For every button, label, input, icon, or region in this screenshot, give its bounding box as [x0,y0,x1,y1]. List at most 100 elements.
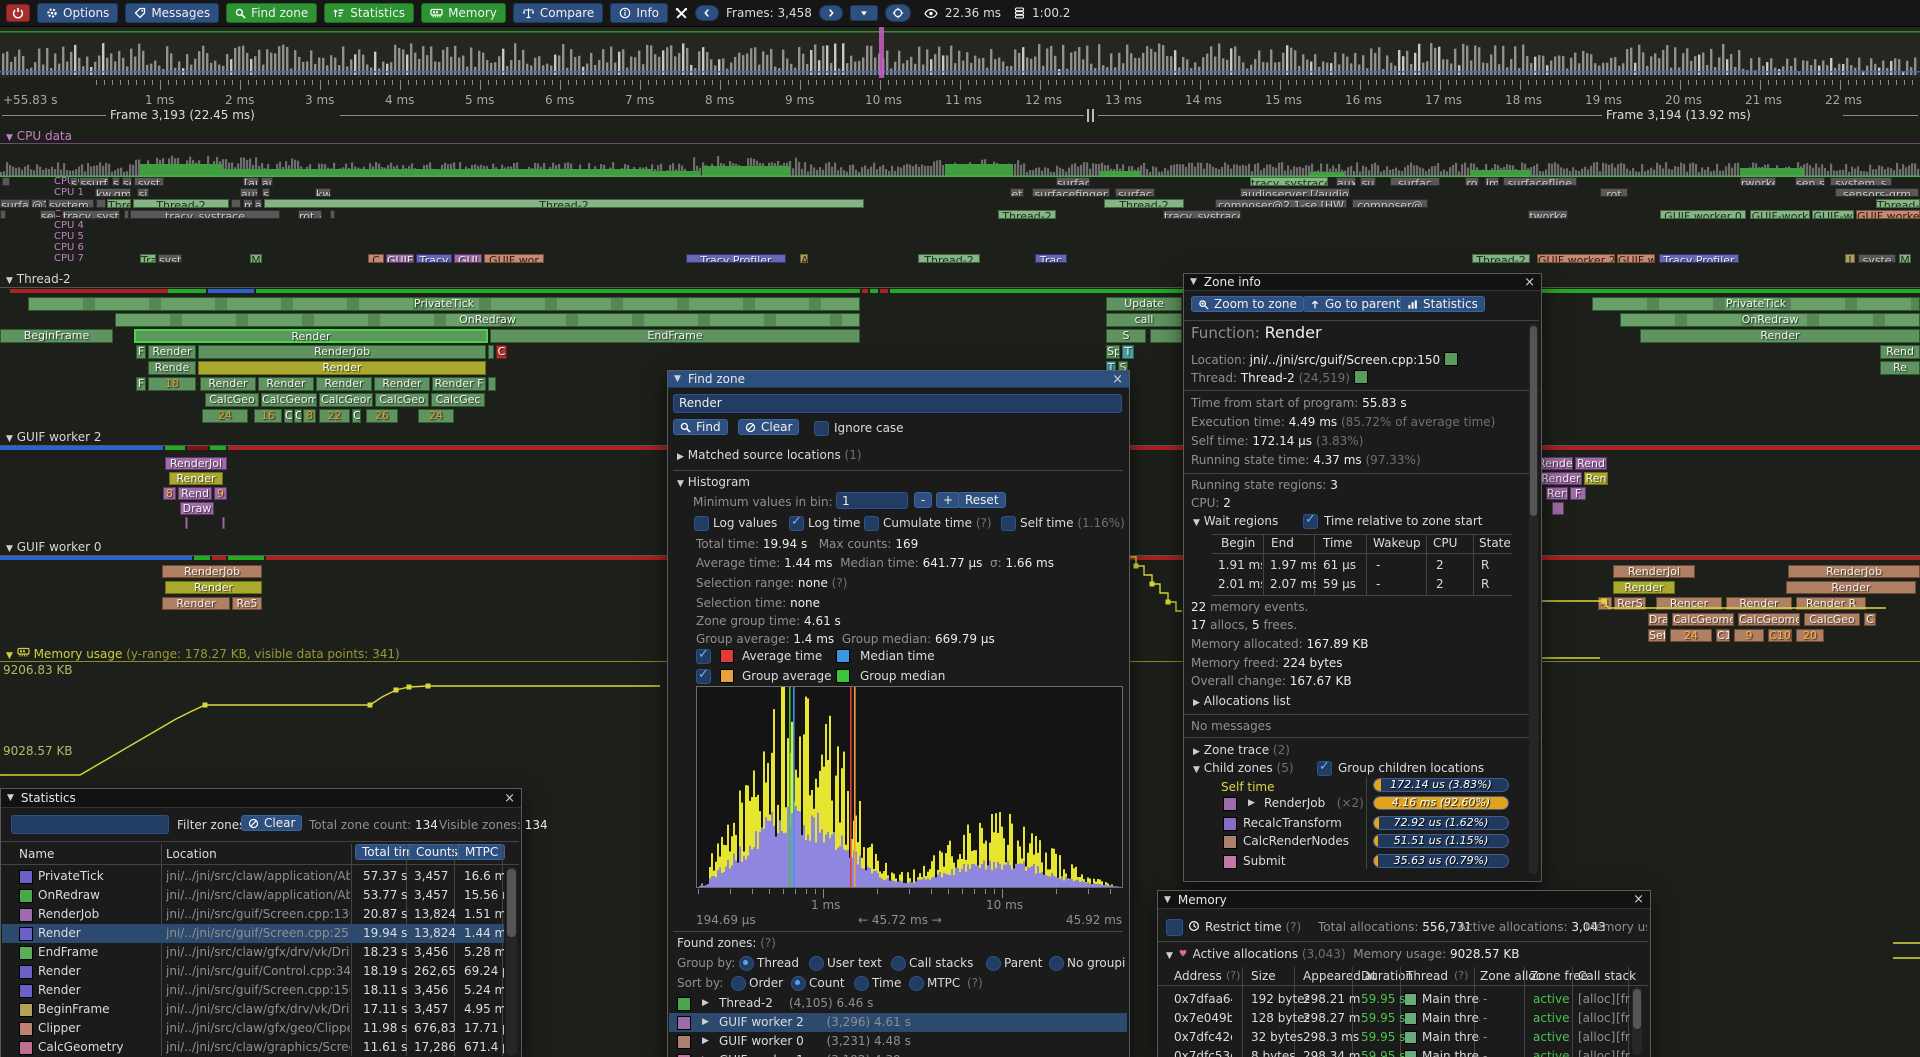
close-icon[interactable]: × [504,791,515,806]
child-zone-time-bar[interactable]: 172.14 us (3.83%) [1373,778,1509,792]
expand-icon[interactable]: ▶ [1193,747,1200,757]
stats-table-row[interactable]: Renderjni/../jni/src/guif/Screen.cpp:150… [2,981,504,1000]
expand-icon[interactable]: ▶ [1193,698,1200,708]
close-icon[interactable]: × [1633,892,1644,907]
stats-table-row[interactable]: PrivateTickjni/../jni/src/claw/applicati… [2,867,504,886]
zone-info-scrollbar[interactable] [1529,324,1538,874]
allocation-row[interactable]: 0x7dfc42d64032 bytes298.3 ms59.95 sMain … [1158,1028,1630,1047]
group-by-option[interactable]: Thread [757,956,799,970]
stats-table-row[interactable]: Clipperjni/../jni/src/claw/gfx/geo/Clipp… [2,1019,504,1038]
sort-by-radio[interactable] [854,976,869,991]
collapse-icon[interactable]: ▼ [677,479,684,489]
statistics-titlebar[interactable]: ▼ Statistics × [1,789,521,808]
collapse-icon[interactable]: ▼ [674,374,681,384]
ignore-case-checkbox[interactable] [814,421,829,436]
close-icon[interactable]: × [1112,372,1123,387]
child-zone-name[interactable]: RenderJob [1264,796,1325,810]
zi-statistics-button[interactable]: Statistics [1400,296,1485,312]
collapse-icon[interactable]: ▼ [1164,895,1171,905]
collapse-icon[interactable]: ▼ [7,793,14,803]
collapse-icon[interactable]: ▼ [1166,951,1173,961]
child-zone-time-bar[interactable]: 72.92 us (1.62%) [1373,816,1509,830]
zone-info-titlebar[interactable]: ▼ Zone info × [1184,274,1541,291]
self-time-checkbox[interactable] [1001,516,1016,531]
group-by-radio[interactable] [1049,956,1064,971]
find-zone-histogram[interactable] [696,686,1123,888]
stats-table-row[interactable]: CalcGeometryjni/../jni/src/claw/graphics… [2,1038,504,1057]
group-by-radio[interactable] [809,956,824,971]
go-to-parent-button[interactable]: Go to parent [1303,296,1408,312]
stats-clear-button[interactable]: Clear [241,815,302,831]
find-zone-search-input[interactable]: Render [673,394,1122,413]
min-bin-minus-button[interactable]: - [914,492,932,508]
found-zone-row[interactable]: ▶Thread-2(4,105) 6.46 s [669,994,1127,1013]
group-by-option[interactable]: Call stacks [909,956,973,970]
group-by-radio[interactable] [739,956,754,971]
sort-by-option[interactable]: Count [809,976,845,990]
sort-by-radio[interactable] [731,976,746,991]
allocation-row[interactable]: 0x7e049b3d00128 bytes298.27 ms59.95 sMai… [1158,1009,1630,1028]
collapse-icon[interactable]: ▼ [1193,518,1200,528]
sort-by-radio[interactable] [909,976,924,991]
memory-table-header[interactable]: Size [1251,969,1276,983]
sort-by-option[interactable]: MTPC [927,976,960,990]
child-zone-time-bar[interactable]: 35.63 us (0.79%) [1373,854,1509,868]
stats-col-counts-button[interactable]: Counts [409,844,465,860]
allocation-row[interactable]: 0x7dfaa64e00192 bytes298.21 ms59.95 sMai… [1158,990,1630,1009]
min-bin-input[interactable]: 1 [836,492,908,509]
stats-filter-input[interactable] [11,815,169,834]
found-zone-row[interactable]: ▶GUIF worker 1(3,192) 4.39 s [669,1051,1127,1057]
zoom-to-zone-button[interactable]: Zoom to zone [1191,296,1304,312]
group-by-radio[interactable] [891,956,906,971]
log-values-checkbox[interactable] [694,516,709,531]
group-by-option[interactable]: User text [827,956,882,970]
allocation-row[interactable]: 0x7dfc53d8988 bytes298.34 ms59.95 sMain … [1158,1047,1630,1057]
restrict-time-checkbox[interactable] [1166,919,1183,936]
sort-by-radio[interactable] [791,976,806,991]
sort-by-option[interactable]: Time [872,976,901,990]
found-zone-row[interactable]: ▶GUIF worker 0(3,231) 4.48 s [669,1032,1127,1051]
stats-col-mtpc-button[interactable]: MTPC [458,844,505,860]
stats-table-row[interactable]: RenderJobjni/../jni/src/guif/Screen.cpp:… [2,905,504,924]
stats-scrollbar[interactable] [506,867,517,1055]
memory-table-header[interactable]: Thread [1406,969,1448,983]
wait-table-header[interactable]: Begin [1221,536,1255,550]
group-by-option[interactable]: Parent [1004,956,1042,970]
stats-table-row[interactable]: EndFramejni/../jni/src/claw/gfx/drv/vk/D… [2,943,504,962]
wait-table-header[interactable]: CPU [1433,536,1457,550]
legend-checkbox[interactable] [696,669,711,684]
expand-icon[interactable]: ▶ [677,452,684,462]
group-by-option[interactable]: No groupi [1067,956,1125,970]
stats-table-row[interactable]: BeginFramejni/../jni/src/claw/gfx/drv/vk… [2,1000,504,1019]
min-bin-plus-button[interactable]: + [936,492,960,508]
child-zone-time-bar[interactable]: 4.16 ms (92.60%) [1373,796,1509,810]
close-icon[interactable]: × [1524,275,1535,290]
find-zone-titlebar[interactable]: ▼ Find zone × [668,371,1129,388]
wait-table-header[interactable]: Wakeup [1373,536,1421,550]
found-zone-row[interactable]: ▶GUIF worker 2(3,296) 4.61 s [669,1013,1127,1032]
stats-table-row[interactable]: OnRedrawjni/../jni/src/claw/application/… [2,886,504,905]
stats-table-row[interactable]: Renderjni/../jni/src/guif/Control.cpp:34… [2,962,504,981]
group-children-checkbox[interactable] [1317,761,1332,776]
child-zone-name[interactable]: Submit [1243,854,1286,868]
stats-col-name[interactable]: Name [19,847,54,861]
wait-table-header[interactable]: End [1271,536,1294,550]
stats-table-row[interactable]: Renderjni/../jni/src/guif/Screen.cpp:257… [2,924,504,943]
stats-col-location[interactable]: Location [166,847,217,861]
wait-table-header[interactable]: Time [1323,536,1352,550]
wait-table-header[interactable]: State [1479,536,1511,550]
legend-checkbox[interactable] [696,649,711,664]
cumulate-time-checkbox[interactable] [864,516,879,531]
time-relative-checkbox[interactable] [1303,514,1318,529]
child-zone-time-bar[interactable]: 51.51 us (1.15%) [1373,834,1509,848]
collapse-icon[interactable]: ▼ [1190,277,1197,287]
group-by-radio[interactable] [986,956,1001,971]
log-time-checkbox[interactable] [789,516,804,531]
reset-button[interactable]: Reset [958,492,1006,508]
memory-table-header[interactable]: Address [1174,969,1222,983]
collapse-icon[interactable]: ▼ [1193,765,1200,775]
sort-by-option[interactable]: Order [749,976,783,990]
child-zone-name[interactable]: CalcRenderNodes [1243,834,1349,848]
memory-scrollbar[interactable] [1632,987,1642,1055]
find-button[interactable]: Find [673,419,728,435]
